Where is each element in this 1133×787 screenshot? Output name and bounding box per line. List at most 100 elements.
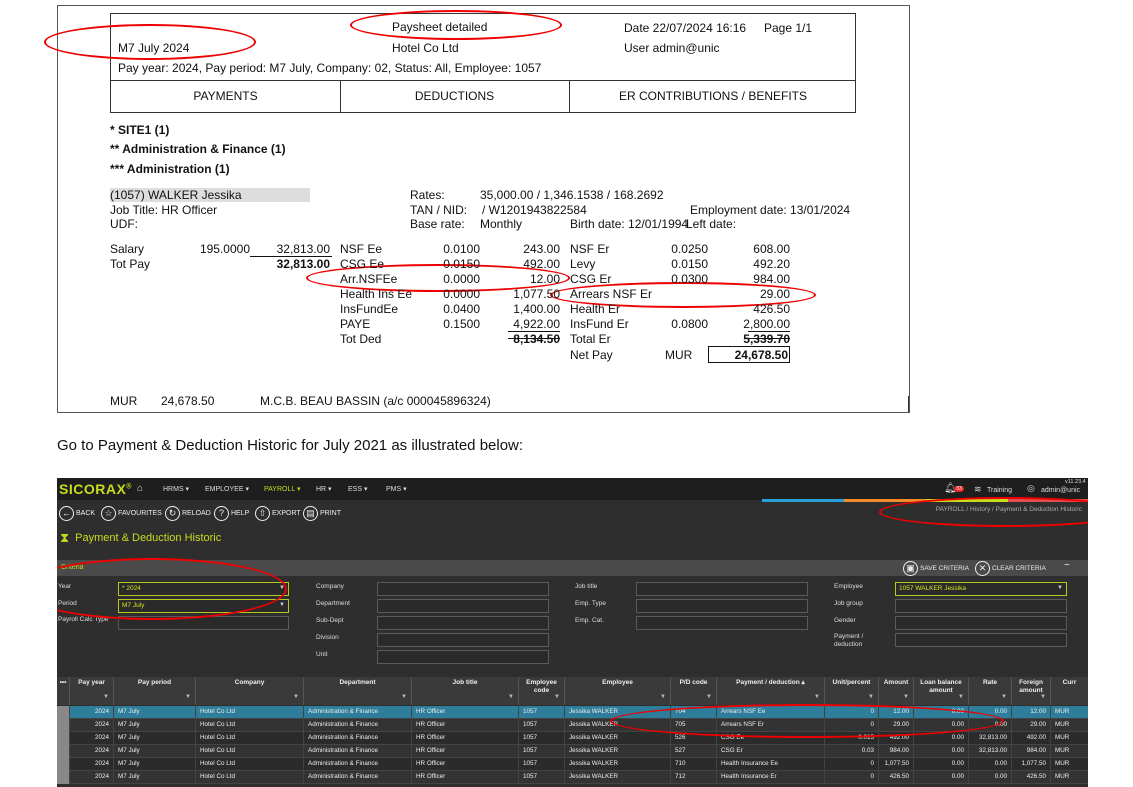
- table-cell: Administration & Finance: [303, 745, 411, 758]
- grid-column-header[interactable]: Curr: [1050, 677, 1088, 705]
- employee-job: Job Title: HR Officer: [110, 203, 218, 217]
- table-cell: Administration & Finance: [303, 706, 411, 719]
- period-select[interactable]: M7 July ▼: [118, 599, 289, 613]
- report-date: Date 22/07/2024 16:16: [624, 21, 747, 35]
- table-cell: 0.00: [913, 771, 968, 784]
- filter-icon[interactable]: ▼: [1040, 693, 1046, 701]
- filter-icon[interactable]: ▼: [508, 693, 514, 701]
- save-criteria-button[interactable]: ▣ SAVE CRITERIA: [903, 561, 969, 576]
- filter-icon[interactable]: ▼: [185, 693, 191, 701]
- table-row[interactable]: 2024 M7 July Hotel Co Ltd Administration & …: [57, 745, 1088, 758]
- grid-menu-button[interactable]: •••: [57, 677, 69, 705]
- employee-name: (1057) WALKER Jessika: [110, 188, 310, 202]
- filter-icon[interactable]: ▼: [706, 693, 712, 701]
- grid-column-header[interactable]: Employee code ▼: [518, 677, 564, 705]
- criteria-label: Criteria: [61, 564, 84, 571]
- grid-column-header[interactable]: Payment / deduction ▴ ▼: [716, 677, 824, 705]
- jobgroup-input[interactable]: [895, 599, 1067, 613]
- table-row[interactable]: 2024 M7 July Hotel Co Ltd Administration & …: [57, 758, 1088, 771]
- filter-icon[interactable]: ▼: [660, 693, 666, 701]
- filter-icon[interactable]: ▼: [401, 693, 407, 701]
- help-button[interactable]: ? HELP: [214, 506, 249, 521]
- subdept-input[interactable]: [377, 616, 549, 630]
- filter-icon[interactable]: ▼: [868, 693, 874, 701]
- gender-input[interactable]: [895, 616, 1067, 630]
- training-label[interactable]: Training: [987, 487, 1012, 494]
- filter-icon[interactable]: ▼: [903, 693, 909, 701]
- nav-employee[interactable]: EMPLOYEE ▾: [205, 485, 249, 493]
- table-cell: 1057: [518, 745, 564, 758]
- back-button[interactable]: ← BACK: [59, 506, 95, 521]
- favourites-button[interactable]: ☆ FAVOURITES: [101, 506, 162, 521]
- grid-column-header[interactable]: Loan balance amount ▼: [913, 677, 968, 705]
- export-button[interactable]: ⇧ EXPORT: [255, 506, 301, 521]
- grid-column-header[interactable]: Department ▼: [303, 677, 411, 705]
- department-input[interactable]: [377, 599, 549, 613]
- unit-label: Unit: [316, 651, 328, 658]
- row-selector[interactable]: [57, 706, 69, 719]
- filter-icon[interactable]: ▼: [103, 693, 109, 701]
- row-selector[interactable]: [57, 771, 69, 784]
- unit-input[interactable]: [377, 650, 549, 664]
- grid-column-header[interactable]: Job title ▼: [411, 677, 518, 705]
- grid-column-header[interactable]: Pay year ▼: [69, 677, 113, 705]
- table-row[interactable]: 2024 M7 July Hotel Co Ltd Administration & …: [57, 719, 1088, 732]
- home-icon[interactable]: ⌂: [137, 483, 143, 494]
- deduction-label: NSF Ee: [340, 242, 383, 256]
- row-selector[interactable]: [57, 719, 69, 732]
- grid-column-header[interactable]: Pay period ▼: [113, 677, 195, 705]
- paysheet-report: Paysheet detailed M7 July 2024 Hotel Co …: [44, 5, 910, 413]
- grid-column-header[interactable]: Employee ▼: [564, 677, 670, 705]
- nav-payroll[interactable]: PAYROLL ▾: [264, 485, 300, 493]
- print-button[interactable]: ▤ PRINT: [303, 506, 341, 521]
- nav-pms[interactable]: PMS ▾: [386, 485, 407, 493]
- division-input[interactable]: [377, 633, 549, 647]
- grid-column-header[interactable]: Company ▼: [195, 677, 303, 705]
- collapse-button[interactable]: −: [1064, 560, 1070, 571]
- filter-icon[interactable]: ▼: [1001, 693, 1007, 701]
- deduction-rate: 0.0000: [443, 287, 480, 301]
- department-label: Department: [316, 600, 350, 607]
- emptype-input[interactable]: [636, 599, 808, 613]
- er-label: NSF Er: [570, 242, 610, 256]
- clear-criteria-button[interactable]: ✕ CLEAR CRITERIA: [975, 561, 1046, 576]
- grid-column-header[interactable]: P/D code ▼: [670, 677, 716, 705]
- help-icon: ?: [214, 506, 229, 521]
- brand-logo[interactable]: SICORAX®: [59, 481, 132, 497]
- deduction-amount: 243.00: [523, 242, 560, 256]
- table-cell: CSG Er: [716, 745, 824, 758]
- reload-button[interactable]: ↻ RELOAD: [165, 506, 211, 521]
- breadcrumb[interactable]: PAYROLL / History / Payment & Deduction …: [936, 506, 1082, 513]
- deduction-amount: 1,077.50: [513, 287, 560, 301]
- table-cell: 0: [824, 719, 878, 732]
- grid-column-header[interactable]: Unit/percent ▼: [824, 677, 878, 705]
- row-selector[interactable]: [57, 732, 69, 745]
- nav-ess[interactable]: ESS ▾: [348, 485, 367, 493]
- grid-column-header[interactable]: Rate ▼: [968, 677, 1011, 705]
- row-selector[interactable]: [57, 745, 69, 758]
- table-cell: 492.00: [878, 732, 913, 745]
- star-icon: ☆: [101, 506, 116, 521]
- table-row[interactable]: 2024 M7 July Hotel Co Ltd Administration & …: [57, 706, 1088, 719]
- row-selector[interactable]: [57, 758, 69, 771]
- table-row[interactable]: 2024 M7 July Hotel Co Ltd Administration & …: [57, 771, 1088, 784]
- nav-hrms[interactable]: HRMS ▾: [163, 485, 189, 493]
- filter-icon[interactable]: ▼: [958, 693, 964, 701]
- filter-icon[interactable]: ▼: [814, 693, 820, 701]
- grid-column-header[interactable]: Amount ▼: [878, 677, 913, 705]
- user-name[interactable]: admin@unic: [1041, 487, 1080, 494]
- nav-hr[interactable]: HR ▾: [316, 485, 332, 493]
- table-cell: 0.015: [824, 732, 878, 745]
- jobtitle-input[interactable]: [636, 582, 808, 596]
- grid-column-header[interactable]: Foreign amount ▼: [1011, 677, 1050, 705]
- employee-select[interactable]: 1057 WALKER Jessika ▼: [895, 582, 1067, 596]
- table-cell: M7 July: [113, 732, 195, 745]
- payment-deduction-input[interactable]: [895, 633, 1067, 647]
- payroll-calc-type-input[interactable]: [118, 616, 289, 630]
- year-select[interactable]: * 2024 ▼: [118, 582, 289, 596]
- company-input[interactable]: [377, 582, 549, 596]
- filter-icon[interactable]: ▼: [293, 693, 299, 701]
- filter-icon[interactable]: ▼: [554, 693, 560, 701]
- table-row[interactable]: 2024 M7 July Hotel Co Ltd Administration & …: [57, 732, 1088, 745]
- empcat-input[interactable]: [636, 616, 808, 630]
